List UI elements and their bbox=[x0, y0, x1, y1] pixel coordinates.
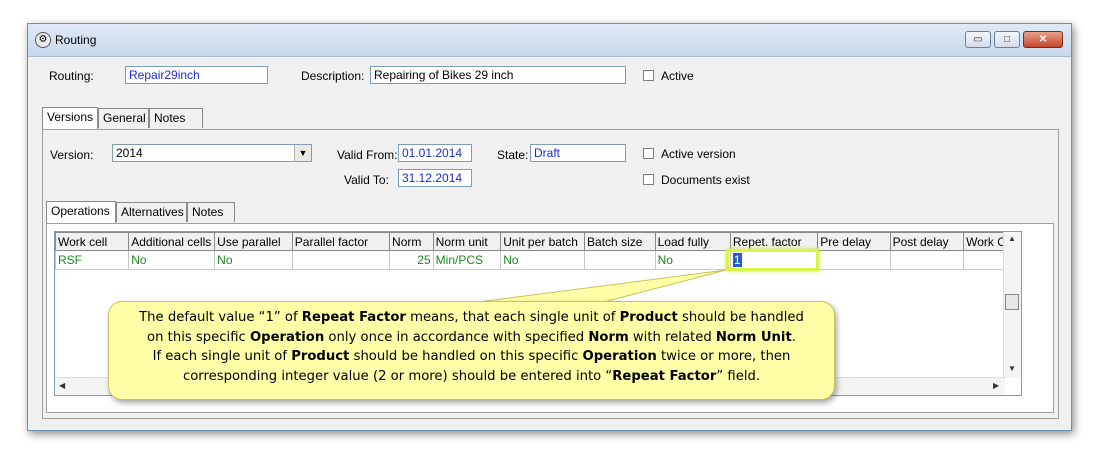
callout-line-3: If each single unit of Product should be… bbox=[152, 349, 791, 364]
callout-line-4: corresponding integer value (2 or more) … bbox=[182, 368, 761, 384]
callout-line-1: The default value “1” of Repeat Factor m… bbox=[139, 310, 804, 325]
callout-line-2: on this specific Operation only once in … bbox=[147, 329, 796, 345]
tab-versions[interactable]: Versions bbox=[42, 107, 98, 129]
repeat-factor-callout: The default value “1” of Repeat Factor m… bbox=[108, 301, 835, 400]
tab-operations[interactable]: Operations bbox=[46, 201, 116, 223]
